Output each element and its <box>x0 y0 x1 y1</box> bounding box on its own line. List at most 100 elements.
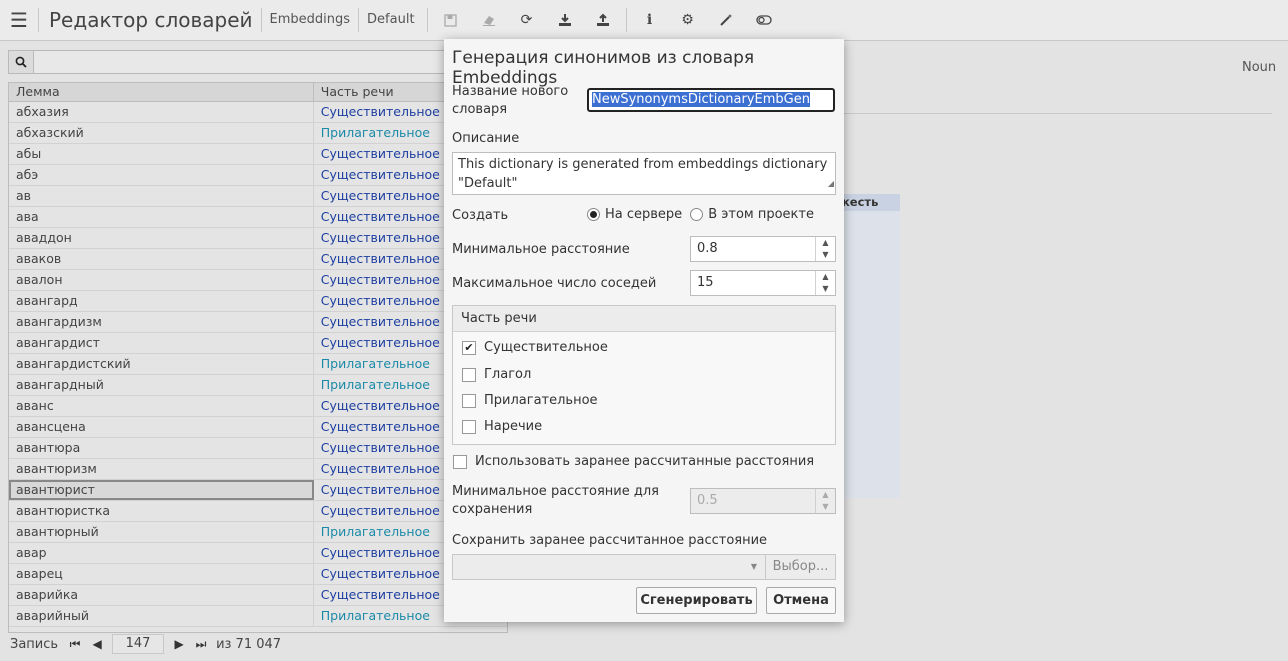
lemma-cell[interactable]: авансцена <box>9 417 314 437</box>
checkbox-verb[interactable]: Глагол <box>462 367 531 382</box>
lemma-cell[interactable]: абхазский <box>9 123 314 143</box>
checkbox[interactable]: ✔ <box>462 340 476 355</box>
save-path-combo[interactable]: ▼ Выбор... <box>452 554 836 580</box>
table-row[interactable]: авантюрный Прилагательное <box>9 522 507 543</box>
table-row[interactable]: абхазский Прилагательное <box>9 123 507 144</box>
table-row[interactable]: авангард Существительное <box>9 291 507 312</box>
search-icon[interactable] <box>8 50 34 74</box>
max-neighbors-stepper[interactable]: 15 ▲ ▼ <box>690 270 836 296</box>
lemma-cell[interactable]: абхазия <box>9 102 314 122</box>
table-row[interactable]: аварец Существительное <box>9 564 507 585</box>
table-row[interactable]: аваддон Существительное <box>9 228 507 249</box>
upload-icon[interactable] <box>584 0 622 41</box>
generate-button[interactable]: Сгенерировать <box>636 587 757 614</box>
cancel-button[interactable]: Отмена <box>766 587 836 614</box>
table-row[interactable]: аванс Существительное <box>9 396 507 417</box>
table-row[interactable]: ав Существительное <box>9 186 507 207</box>
info-icon[interactable]: i <box>631 0 669 41</box>
table-row[interactable]: аваков Существительное <box>9 249 507 270</box>
checkbox[interactable] <box>462 419 476 434</box>
table-row[interactable]: авангардизм Существительное <box>9 312 507 333</box>
lemma-cell[interactable]: абэ <box>9 165 314 185</box>
lemma-cell[interactable]: авангардный <box>9 375 314 395</box>
lemma-cell[interactable]: авантюра <box>9 438 314 458</box>
table-row[interactable]: аварийный Прилагательное <box>9 606 507 627</box>
lemma-cell[interactable]: аванс <box>9 396 314 416</box>
lemma-cell[interactable]: аваков <box>9 249 314 269</box>
column-header-lemma[interactable]: Лемма <box>9 83 314 101</box>
breadcrumb-embeddings[interactable]: Embeddings <box>260 8 359 32</box>
settings-icon[interactable]: ⚙ <box>669 0 707 41</box>
increment-icon[interactable]: ▲ <box>816 237 835 249</box>
table-row[interactable]: авар Существительное <box>9 543 507 564</box>
table-row[interactable]: авантюристка Существительное <box>9 501 507 522</box>
lemma-cell[interactable]: авангардистский <box>9 354 314 374</box>
chevron-down-icon[interactable]: ▼ <box>743 555 765 579</box>
save-icon[interactable] <box>432 0 470 41</box>
radio-on-server[interactable]: На сервере <box>587 207 682 222</box>
table-row[interactable]: авансцена Существительное <box>9 417 507 438</box>
increment-icon[interactable]: ▲ <box>816 271 835 283</box>
eraser-icon[interactable] <box>470 0 508 41</box>
table-row[interactable]: абхазия Существительное <box>9 102 507 123</box>
min-distance-value[interactable]: 0.8 <box>691 237 815 261</box>
save-path-input[interactable] <box>453 555 743 579</box>
lemma-cell[interactable]: авантюризм <box>9 459 314 479</box>
table-row[interactable]: авантюрист Существительное <box>9 480 507 501</box>
lemma-cell[interactable]: авалон <box>9 270 314 290</box>
use-precomputed-checkbox[interactable]: Использовать заранее рассчитанные рассто… <box>453 454 814 469</box>
table-row[interactable]: ава Существительное <box>9 207 507 228</box>
lemma-cell[interactable]: аварец <box>9 564 314 584</box>
lemma-cell[interactable]: ав <box>9 186 314 206</box>
table-row[interactable]: авалон Существительное <box>9 270 507 291</box>
decrement-icon[interactable]: ▼ <box>816 501 835 513</box>
min-distance-stepper[interactable]: 0.8 ▲ ▼ <box>690 236 836 262</box>
refresh-icon[interactable]: ⟳ <box>508 0 546 41</box>
menu-icon[interactable]: ☰ <box>0 0 38 41</box>
max-neighbors-value[interactable]: 15 <box>691 271 815 295</box>
lemma-cell[interactable]: авантюрист <box>9 480 314 500</box>
next-page-icon[interactable]: ▶ <box>168 637 190 651</box>
table-row[interactable]: абы Существительное <box>9 144 507 165</box>
dictionary-name-input[interactable]: NewSynonymsDictionaryEmbGen <box>587 88 835 112</box>
table-row[interactable]: абэ Существительное <box>9 165 507 186</box>
lemma-cell[interactable]: авангардизм <box>9 312 314 332</box>
search-input[interactable] <box>34 50 508 74</box>
toggle-icon[interactable] <box>745 0 783 41</box>
checkbox-adverb[interactable]: Наречие <box>462 419 542 434</box>
checkbox-adjective[interactable]: Прилагательное <box>462 393 598 408</box>
browse-button[interactable]: Выбор... <box>765 555 835 579</box>
increment-icon[interactable]: ▲ <box>816 489 835 501</box>
lemma-cell[interactable]: авангард <box>9 291 314 311</box>
magic-wand-icon[interactable] <box>707 0 745 41</box>
first-page-icon[interactable]: ⏮ <box>64 637 86 652</box>
lemma-cell[interactable]: аваддон <box>9 228 314 248</box>
radio-button[interactable] <box>690 208 704 221</box>
decrement-icon[interactable]: ▼ <box>816 249 835 261</box>
table-row[interactable]: авангардный Прилагательное <box>9 375 507 396</box>
checkbox[interactable] <box>462 393 476 408</box>
decrement-icon[interactable]: ▼ <box>816 283 835 295</box>
table-row[interactable]: авантюра Существительное <box>9 438 507 459</box>
table-row[interactable]: аварийка Существительное <box>9 585 507 606</box>
resize-handle-icon[interactable]: ◢ <box>828 174 834 193</box>
lemma-cell[interactable]: авангардист <box>9 333 314 353</box>
lemma-cell[interactable]: аварийка <box>9 585 314 605</box>
breadcrumb-default[interactable]: Default <box>358 8 423 32</box>
table-row[interactable]: авантюризм Существительное <box>9 459 507 480</box>
lemma-cell[interactable]: аварийный <box>9 606 314 626</box>
min-save-distance-stepper[interactable]: 0.5 ▲ ▼ <box>690 488 836 514</box>
lemma-cell[interactable]: ава <box>9 207 314 227</box>
lemma-cell[interactable]: авантюрный <box>9 522 314 542</box>
table-row[interactable]: авангардист Существительное <box>9 333 507 354</box>
radio-in-project[interactable]: В этом проекте <box>690 207 814 222</box>
checkbox[interactable] <box>453 454 467 469</box>
radio-button[interactable] <box>587 208 600 221</box>
checkbox-noun[interactable]: ✔ Существительное <box>462 340 608 355</box>
table-row[interactable]: авангардистский Прилагательное <box>9 354 507 375</box>
record-number-input[interactable]: 147 <box>112 634 165 654</box>
lemma-cell[interactable]: авар <box>9 543 314 563</box>
lemma-cell[interactable]: авантюристка <box>9 501 314 521</box>
lemma-cell[interactable]: абы <box>9 144 314 164</box>
description-textarea[interactable]: This dictionary is generated from embedd… <box>452 152 836 195</box>
